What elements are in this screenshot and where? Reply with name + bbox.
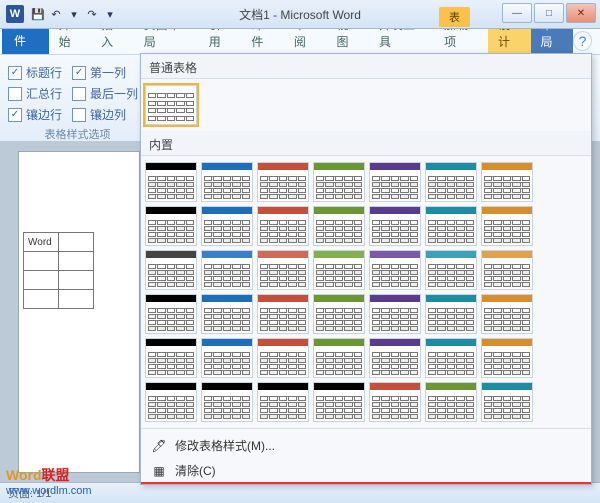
undo-icon[interactable]: ↶ [48,6,64,22]
checkbox-header-row[interactable]: ✓标题行 [8,64,62,81]
table-style-thumb[interactable] [313,294,365,334]
table-style-thumb[interactable] [201,338,253,378]
checkbox-total-row[interactable]: 汇总行 [8,85,62,102]
table-style-thumb[interactable] [369,338,421,378]
table-style-thumb[interactable] [313,338,365,378]
document-page[interactable]: Word [18,151,140,473]
table-style-thumb[interactable] [145,382,197,422]
table-style-thumb[interactable] [257,338,309,378]
window-title: 文档1 - Microsoft Word [239,6,361,23]
table-style-thumb[interactable] [369,382,421,422]
menu-new-table-style[interactable]: ▦ 新建表样式(N)... [141,483,591,485]
table-style-thumb[interactable] [145,162,197,202]
gallery-builtin-grid [141,156,591,428]
modify-icon: 🖊 [151,438,167,454]
table-style-thumb[interactable] [313,206,365,246]
table-style-thumb[interactable] [425,250,477,290]
table-style-thumb[interactable] [257,250,309,290]
table-style-thumb[interactable] [369,162,421,202]
table-style-thumb[interactable] [425,338,477,378]
table-style-thumb[interactable] [145,338,197,378]
table-style-thumb[interactable] [313,250,365,290]
table-style-thumb[interactable] [481,206,533,246]
table-style-thumb[interactable] [425,206,477,246]
table-style-thumb[interactable] [257,162,309,202]
ribbon-tabs: 文件 开始 插入 页面布局 引用 邮件 审阅 视图 开发工具 加载项 设计 布局… [0,29,600,55]
table-style-thumb[interactable] [481,294,533,334]
dropdown-icon[interactable]: ▾ [66,6,82,22]
minimize-button[interactable]: — [502,3,532,23]
save-icon[interactable]: 💾 [30,6,46,22]
help-icon[interactable]: ? [573,31,592,51]
maximize-button[interactable]: □ [534,3,564,23]
checkbox-banded-cols[interactable]: 镶边列 [72,106,126,123]
close-button[interactable]: ✕ [566,3,596,23]
table-style-thumb[interactable] [425,162,477,202]
table-style-thumb[interactable] [481,250,533,290]
table-cell[interactable]: Word [24,233,59,252]
table-style-thumb[interactable] [481,162,533,202]
titlebar: W 💾 ↶ ▾ ↷ ▾ 文档1 - Microsoft Word 表 — □ ✕ [0,0,600,29]
table-style-thumb[interactable] [481,338,533,378]
checkbox-banded-rows[interactable]: ✓镶边行 [8,106,62,123]
watermark: Word联盟 www.wordlm.com [6,465,92,497]
table-style-thumb[interactable] [145,206,197,246]
table-style-thumb[interactable] [145,85,197,125]
menu-modify-style[interactable]: 🖊 修改表格样式(M)... [141,433,591,458]
table-style-thumb[interactable] [313,162,365,202]
document-table[interactable]: Word [23,232,94,309]
table-style-thumb[interactable] [201,294,253,334]
table-style-thumb[interactable] [481,382,533,422]
menu-clear[interactable]: ▦ 清除(C) [141,458,591,483]
table-style-thumb[interactable] [201,250,253,290]
table-style-options-group: ✓标题行 ✓第一列 汇总行 最后一列 ✓镶边行 镶边列 表格样式选项 [8,64,147,142]
redo-icon[interactable]: ↷ [84,6,100,22]
word-app-icon: W [6,5,24,23]
dropdown-icon[interactable]: ▾ [102,6,118,22]
table-style-thumb[interactable] [257,206,309,246]
table-style-thumb[interactable] [425,382,477,422]
table-style-thumb[interactable] [313,382,365,422]
table-style-thumb[interactable] [257,382,309,422]
quick-access-toolbar: W 💾 ↶ ▾ ↷ ▾ [0,5,118,23]
table-style-thumb[interactable] [369,206,421,246]
table-style-thumb[interactable] [369,250,421,290]
table-style-thumb[interactable] [145,294,197,334]
table-style-thumb[interactable] [201,162,253,202]
checkbox-first-column[interactable]: ✓第一列 [72,64,126,81]
checkbox-last-column[interactable]: 最后一列 [72,85,138,102]
table-style-thumb[interactable] [145,250,197,290]
gallery-section-plain: 普通表格 [141,54,591,79]
gallery-menu: 🖊 修改表格样式(M)... ▦ 清除(C) ▦ 新建表样式(N)... [141,428,591,485]
table-style-thumb[interactable] [201,382,253,422]
clear-icon: ▦ [151,463,167,479]
table-style-thumb[interactable] [201,206,253,246]
group-label: 表格样式选项 [8,126,147,142]
table-styles-gallery: 普通表格 内置 🖊 修改表格样式(M)... ▦ 清除(C) ▦ 新建表样式(N… [140,53,592,485]
table-style-thumb[interactable] [257,294,309,334]
table-style-thumb[interactable] [425,294,477,334]
gallery-section-builtin: 内置 [141,131,591,156]
table-style-thumb[interactable] [369,294,421,334]
window-buttons: — □ ✕ [502,3,596,23]
context-tab-group: 表 [439,7,470,27]
